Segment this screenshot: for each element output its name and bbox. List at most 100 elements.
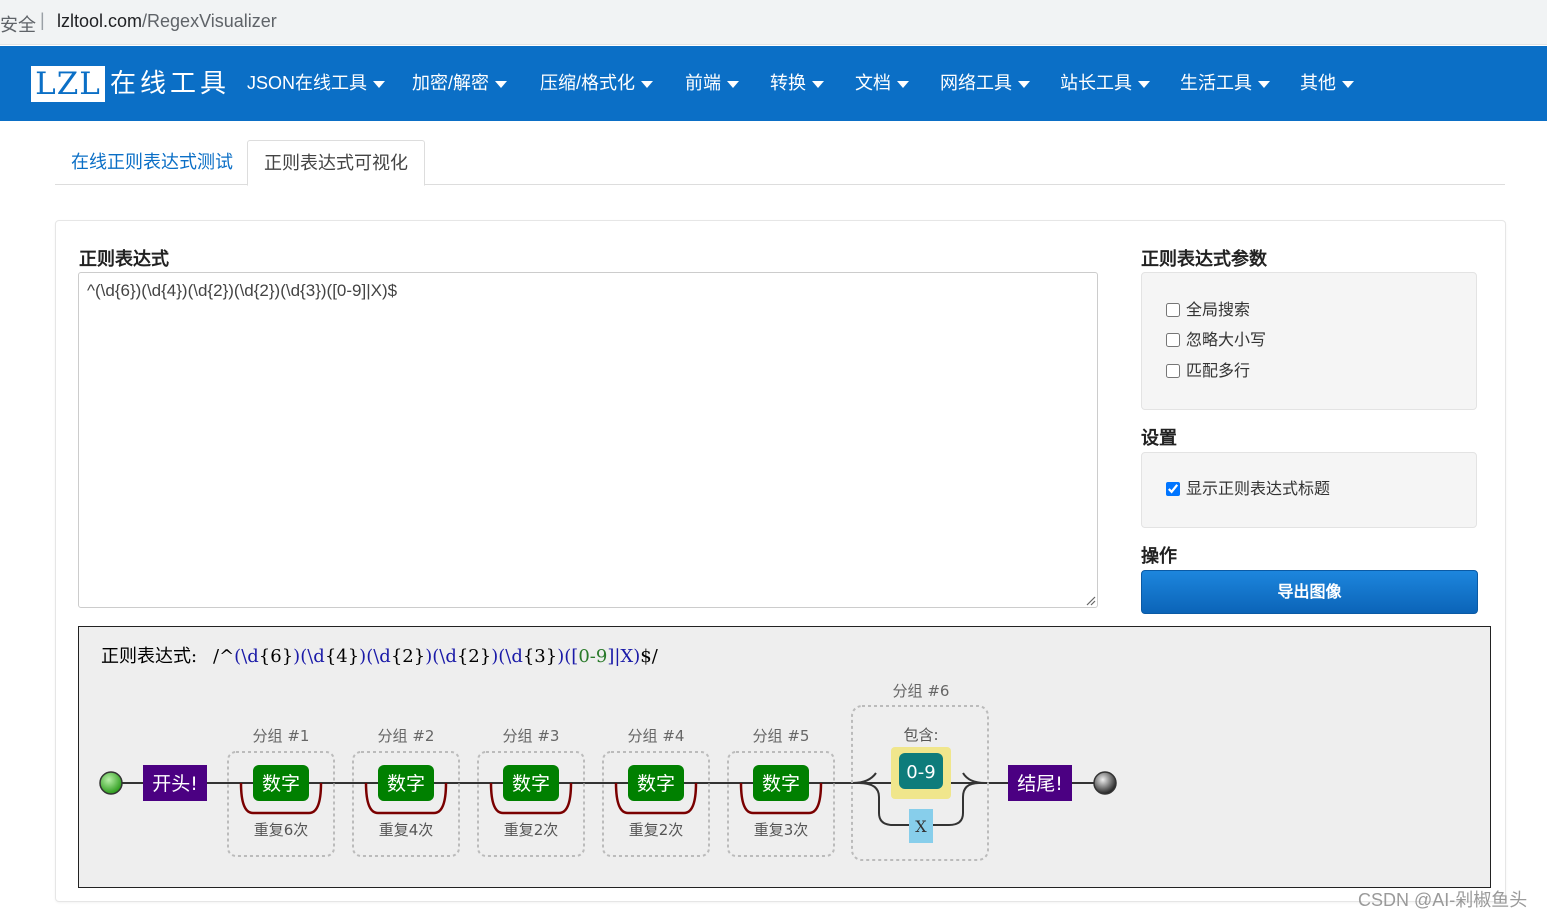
regex-input[interactable] (78, 272, 1098, 608)
nav-label: 站长工具 (1060, 73, 1132, 93)
digit-node-label: 数字 (262, 773, 300, 795)
caret-down-icon (812, 80, 824, 88)
url-host: lzltool.com (57, 11, 143, 31)
nav-label: 文档 (855, 73, 891, 93)
alt-node-label: X (915, 817, 927, 836)
title-token: ( (234, 646, 241, 667)
group-label: 分组 #5 (753, 727, 810, 745)
option-label: 匹配多行 (1186, 363, 1251, 380)
nav-compress-format[interactable]: 压缩/格式化 (540, 70, 654, 96)
title-token: {2} (391, 646, 425, 667)
option-show-title[interactable]: 显示正则表达式标题 (1166, 479, 1330, 501)
option-multiline[interactable]: 匹配多行 (1166, 361, 1250, 383)
params-label: 正则表达式参数 (1141, 249, 1267, 269)
nav-json-tools[interactable]: JSON在线工具 (247, 70, 386, 96)
url-field[interactable]: lzltool.com/RegexVisualizer (57, 11, 277, 32)
title-token: \d (307, 646, 325, 667)
end-node-label: 结尾! (1017, 773, 1063, 795)
regex-label: 正则表达式 (79, 249, 169, 269)
digit-node-label: 数字 (387, 773, 425, 795)
title-token: ) (425, 646, 432, 667)
group-1: 分组 #1 数字重复6次 (227, 727, 335, 857)
diagram-title-regex: /^(\d{6})(\d{4})(\d{2})(\d{2})(\d{3})([0… (213, 646, 659, 667)
caret-down-icon (1258, 80, 1270, 88)
title-token: \d (241, 646, 259, 667)
browser-address-bar: 安全 | lzltool.com/RegexVisualizer (0, 0, 1547, 45)
group-label: 分组 #1 (253, 727, 310, 745)
digit-node-label: 数字 (512, 773, 550, 795)
nav-network-tools[interactable]: 网络工具 (940, 70, 1030, 96)
option-label: 忽略大小写 (1186, 332, 1267, 349)
nav-convert[interactable]: 转换 (770, 70, 824, 96)
repeat-label: 重复2次 (504, 821, 559, 839)
option-label: 显示正则表达式标题 (1186, 481, 1331, 498)
export-image-button[interactable]: 导出图像 (1141, 570, 1478, 614)
title-token: ( (564, 646, 571, 667)
security-label[interactable]: 安全 (0, 11, 36, 37)
tab-regex-test[interactable]: 在线正则表达式测试 (55, 140, 249, 184)
option-global[interactable]: 全局搜索 (1166, 300, 1250, 322)
caret-down-icon (641, 80, 654, 88)
title-token: 0-9 (578, 646, 607, 667)
title-token: ^ (219, 646, 234, 667)
nav-webmaster-tools[interactable]: 站长工具 (1060, 70, 1150, 96)
nav-encrypt[interactable]: 加密/解密 (412, 70, 508, 96)
start-circle-icon (99, 771, 123, 795)
caret-down-icon (1138, 80, 1150, 88)
title-token: ( (498, 646, 505, 667)
repeat-label: 重复6次 (254, 821, 309, 839)
title-token: {4} (325, 646, 359, 667)
top-navbar: LZL 在线工具 JSON在线工具 加密/解密 压缩/格式化 前端 转换 文档 … (0, 46, 1547, 121)
nav-other[interactable]: 其他 (1300, 70, 1354, 96)
group-label: 分组 #2 (378, 727, 435, 745)
title-token: \d (505, 646, 523, 667)
nav-frontend[interactable]: 前端 (685, 70, 739, 96)
group-list: 分组 #1 数字重复6次 分组 #2 数字重复4次 分组 #3 数字重复2次 分组 #4 数字… (227, 727, 835, 857)
title-token: {3} (523, 646, 557, 667)
resize-handle-icon[interactable] (1084, 594, 1096, 606)
group-4: 分组 #4 数字重复2次 (602, 727, 710, 857)
global-checkbox[interactable] (1166, 303, 1180, 317)
title-token: ) (633, 646, 640, 667)
multiline-checkbox[interactable] (1166, 364, 1180, 378)
title-token: \d (373, 646, 391, 667)
nav-label: 网络工具 (940, 73, 1012, 93)
nav-label: 压缩/格式化 (540, 73, 636, 93)
title-token: [ (571, 646, 578, 667)
caret-down-icon (1018, 80, 1030, 88)
ignore-case-checkbox[interactable] (1166, 333, 1180, 347)
title-token: $ (640, 646, 651, 667)
watermark: CSDN @AI-剁椒鱼头 (1358, 890, 1528, 910)
nav-label: 转换 (770, 73, 806, 93)
title-token: X (620, 646, 633, 667)
digit-node-label: 数字 (637, 773, 675, 795)
option-ignore-case[interactable]: 忽略大小写 (1166, 330, 1266, 352)
nav-label: JSON在线工具 (247, 73, 368, 93)
start-node-label: 开头! (152, 773, 198, 795)
range-node-label: 0-9 (906, 762, 935, 783)
show-title-checkbox[interactable] (1166, 482, 1180, 496)
site-logo[interactable]: LZL (31, 66, 105, 102)
repeat-label: 重复2次 (629, 821, 684, 839)
title-token: ( (432, 646, 439, 667)
title-token: {6} (259, 646, 293, 667)
caret-down-icon (897, 80, 909, 88)
params-box: 全局搜索 忽略大小写 匹配多行 (1141, 272, 1477, 410)
repeat-label: 重复4次 (379, 821, 434, 839)
group-3: 分组 #3 数字重复2次 (477, 727, 585, 857)
tab-regex-visualize[interactable]: 正则表达式可视化 (247, 140, 425, 186)
title-token: ) (557, 646, 564, 667)
group-6: 分组 #6 包含: 0-9 X (851, 682, 989, 861)
diagram-title-prefix: 正则表达式: (101, 646, 197, 667)
group-label: 分组 #4 (628, 727, 685, 745)
nav-docs[interactable]: 文档 (855, 70, 909, 96)
railroad-diagram: 正则表达式: /^(\d{6})(\d{4})(\d{2})(\d{2})(\d… (99, 646, 1117, 861)
nav-label: 前端 (685, 73, 721, 93)
title-token: ) (293, 646, 300, 667)
caret-down-icon (727, 80, 739, 88)
title-token: ] (607, 646, 614, 667)
nav-life-tools[interactable]: 生活工具 (1180, 70, 1270, 96)
title-token: ( (366, 646, 373, 667)
site-logo-text[interactable]: 在线工具 (110, 66, 230, 102)
regex-diagram: 正则表达式: /^(\d{6})(\d{4})(\d{2})(\d{2})(\d… (78, 626, 1491, 888)
